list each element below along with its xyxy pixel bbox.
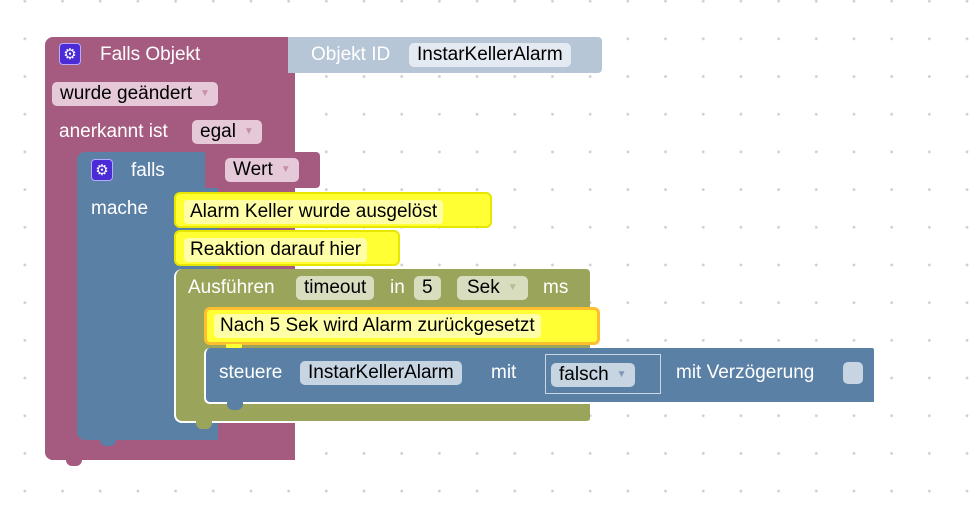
control-object-field[interactable]: InstarKellerAlarm xyxy=(300,361,462,385)
if-label: falls xyxy=(131,160,165,181)
timeout-unit-value: Sek xyxy=(467,277,500,298)
control-with-label: mit xyxy=(491,362,517,383)
comment-text: Nach 5 Sek wird Alarm zurückgesetzt xyxy=(214,314,541,338)
timeout-unit-suffix: ms xyxy=(543,277,569,298)
if-condition-value: Wert xyxy=(233,159,273,180)
timeout-delay-value: 5 xyxy=(422,277,433,298)
object-id-value: InstarKellerAlarm xyxy=(417,44,563,65)
gear-icon[interactable]: ⚙ xyxy=(91,159,113,181)
chevron-down-icon: ▼ xyxy=(280,164,291,175)
trigger-next-notch xyxy=(66,458,82,466)
ack-value: egal xyxy=(200,121,236,142)
comment-text: Reaktion darauf hier xyxy=(184,238,368,262)
delay-label: mit Verzögerung xyxy=(676,362,815,383)
chevron-down-icon: ▼ xyxy=(616,369,627,380)
control-value-dropdown[interactable]: falsch ▼ xyxy=(551,363,635,387)
trigger-title: Falls Objekt xyxy=(100,44,201,65)
trigger-condition-dropdown[interactable]: wurde geändert ▼ xyxy=(52,82,218,106)
then-label: mache xyxy=(91,198,149,219)
chevron-down-icon: ▼ xyxy=(243,126,254,137)
chevron-down-icon: ▼ xyxy=(507,282,518,293)
chevron-down-icon: ▼ xyxy=(200,88,210,99)
object-id-label: Objekt ID xyxy=(311,44,391,65)
timeout-in-label: in xyxy=(390,277,405,298)
timeout-name-field[interactable]: timeout xyxy=(296,276,375,300)
timeout-unit-dropdown[interactable]: Sek ▼ xyxy=(457,276,528,300)
control-label: steuere xyxy=(219,362,283,383)
timeout-delay-field[interactable]: 5 xyxy=(414,276,441,300)
timeout-next-notch xyxy=(196,421,212,429)
ack-dropdown[interactable]: egal ▼ xyxy=(192,120,262,144)
comment-block[interactable]: Reaktion darauf hier xyxy=(174,230,400,266)
timeout-name-value: timeout xyxy=(304,277,367,298)
ack-label: anerkannt ist xyxy=(59,121,168,142)
timeout-label: Ausführen xyxy=(188,277,275,298)
comment-block[interactable]: Alarm Keller wurde ausgelöst xyxy=(174,192,492,228)
comment-text: Alarm Keller wurde ausgelöst xyxy=(184,200,444,224)
comment-block-selected[interactable]: Nach 5 Sek wird Alarm zurückgesetzt xyxy=(204,307,600,345)
trigger-condition-value: wurde geändert xyxy=(60,83,193,104)
control-object-value: InstarKellerAlarm xyxy=(308,362,454,383)
delay-checkbox[interactable] xyxy=(843,362,863,384)
gear-icon[interactable]: ⚙ xyxy=(59,43,81,65)
trigger-block-bottom xyxy=(45,437,295,460)
object-id-field[interactable]: InstarKellerAlarm xyxy=(409,43,571,67)
control-value: falsch xyxy=(559,364,609,385)
if-next-notch xyxy=(100,438,116,446)
control-next-notch xyxy=(227,402,243,410)
if-condition-dropdown[interactable]: Wert ▼ xyxy=(225,158,299,182)
